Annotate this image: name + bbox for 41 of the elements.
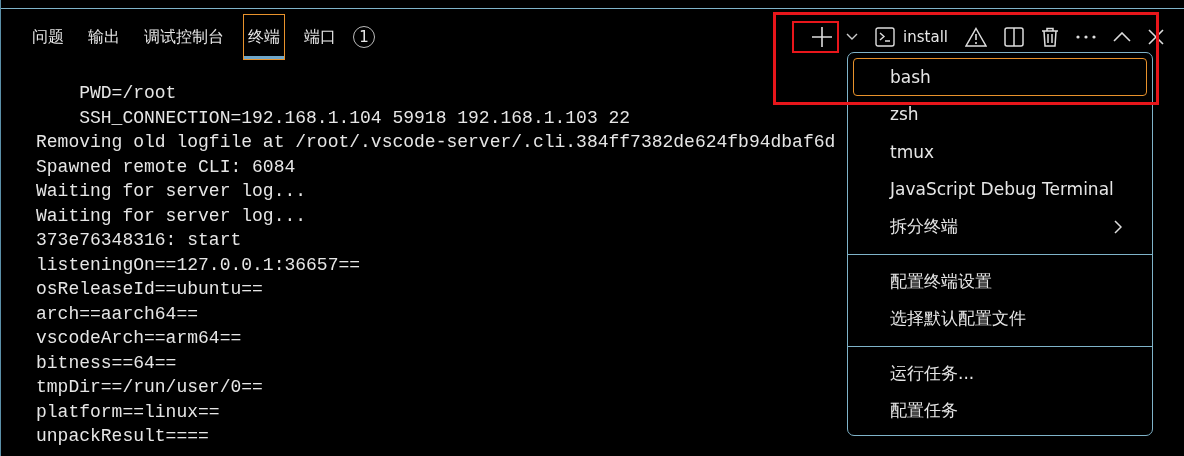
panel-tab[interactable]: 调试控制台 xyxy=(139,14,229,60)
terminal-line: 373e76348316: start xyxy=(36,229,242,252)
terminal-line: bitness==64== xyxy=(36,351,177,375)
menu-item[interactable]: tmux xyxy=(853,133,1147,171)
plus-icon xyxy=(811,26,834,48)
terminal-line: Removing old logfile at /root/.vscode-server/.cli.384ff7382de624fb94dbaf6d xyxy=(36,131,836,154)
terminal-line: PWD=/root xyxy=(78,82,177,105)
trash-icon[interactable] xyxy=(1041,27,1059,47)
terminal-instance-button[interactable]: install xyxy=(875,27,948,47)
menu-item[interactable]: zsh xyxy=(853,95,1147,133)
split-icon[interactable] xyxy=(1004,27,1024,47)
terminal-line: arch==aarch64== xyxy=(36,302,199,326)
terminal-line: Waiting for server log... xyxy=(36,204,307,228)
terminal-line: SSH_CONNECTION=192.168.1.104 59918 192.168.1.103 22 xyxy=(78,106,631,130)
chevron-right-icon xyxy=(1114,219,1122,234)
terminal-line: platform==linux== xyxy=(36,400,220,424)
menu-item[interactable]: bash xyxy=(853,58,1147,96)
panel-tab[interactable]: 输出 xyxy=(83,14,125,60)
terminal-line: listeningOn==127.0.0.1:36657== xyxy=(36,253,361,277)
close-icon[interactable] xyxy=(1148,29,1164,45)
menu-item[interactable]: 选择默认配置文件 xyxy=(853,300,1147,338)
chevron-down-icon[interactable] xyxy=(846,33,859,41)
terminal-line: osReleaseId==ubuntu== xyxy=(36,278,263,301)
menu-item[interactable]: 拆分终端 xyxy=(853,208,1147,246)
more-icon[interactable] xyxy=(1076,35,1096,39)
terminal-line: Spawned remote CLI: 6084 xyxy=(36,155,296,179)
terminal-line: vscodeArch==arm64== xyxy=(36,327,242,350)
panel-tab[interactable]: 端口 xyxy=(299,14,341,60)
new-terminal-button[interactable] xyxy=(792,21,840,53)
panel-tab[interactable]: 终端 xyxy=(243,14,285,60)
menu-item[interactable]: 配置任务 xyxy=(853,392,1147,430)
menu-item[interactable]: 配置终端设置 xyxy=(853,262,1147,300)
panel-tab[interactable]: 问题 xyxy=(27,14,69,60)
menu-item[interactable]: 运行任务... xyxy=(853,354,1147,392)
warning-icon[interactable] xyxy=(965,27,987,47)
terminal-line: tmpDir==/run/user/0== xyxy=(36,376,263,399)
menu-item[interactable]: JavaScript Debug Terminal xyxy=(853,170,1147,208)
terminal-line: Waiting for server log... xyxy=(36,180,307,203)
terminal-icon xyxy=(875,27,896,47)
terminal-line: unpackResult==== xyxy=(36,425,209,448)
caret-up-icon[interactable] xyxy=(1113,32,1131,42)
